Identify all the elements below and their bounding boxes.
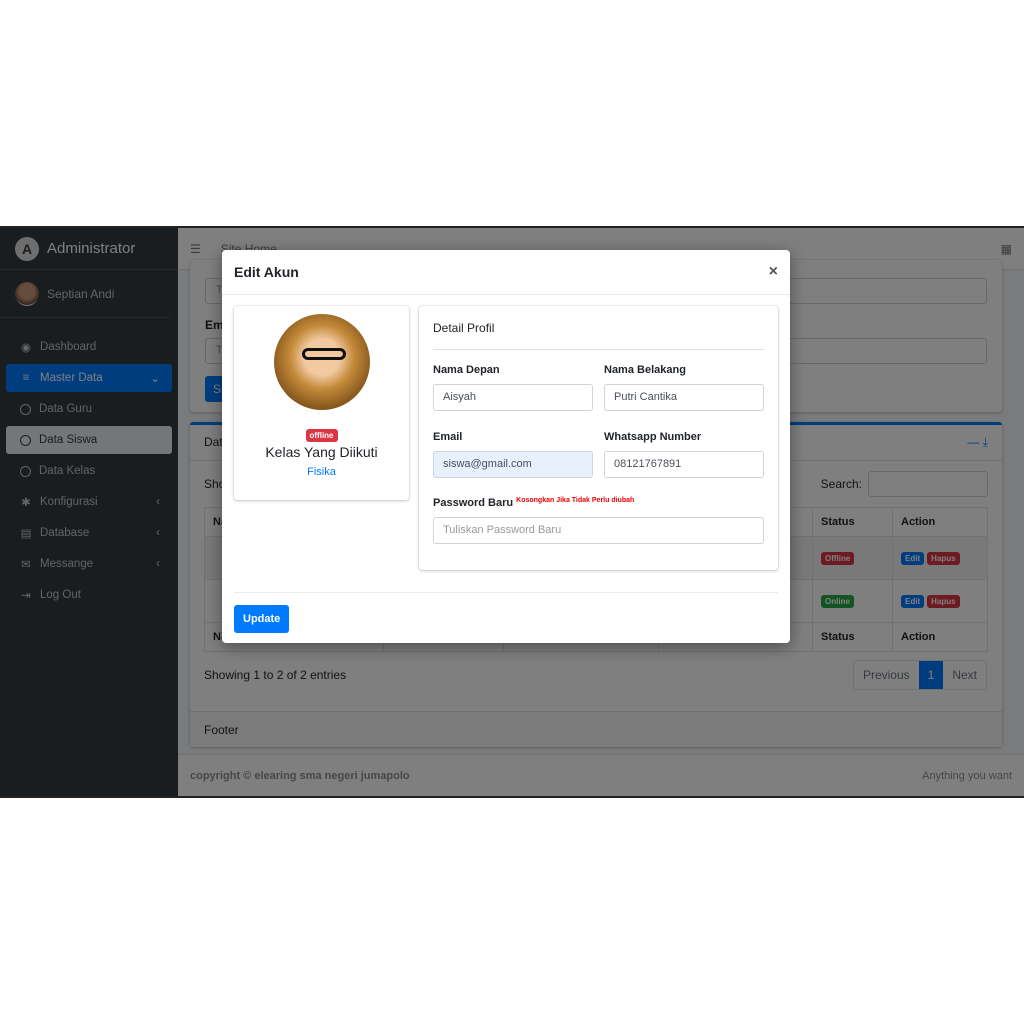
email-label: Email <box>433 431 463 443</box>
profile-photo <box>273 314 370 410</box>
password-label: Password Baru Kosongkan Jika Tidak Perlu… <box>433 497 634 509</box>
modal-title: Edit Akun <box>234 264 299 280</box>
detail-title: Detail Profil <box>433 306 764 350</box>
update-button[interactable]: Update <box>234 605 290 633</box>
close-icon[interactable]: × <box>769 263 778 281</box>
password-input[interactable]: Tuliskan Password Baru <box>433 517 764 544</box>
first-name-label: Nama Depan <box>433 364 500 376</box>
status-badge: offline <box>305 429 338 442</box>
whatsapp-input[interactable]: 08121767891 <box>604 451 764 478</box>
whatsapp-label: Whatsapp Number <box>604 431 702 443</box>
divider <box>234 592 778 593</box>
detail-card: Detail Profil Nama Depan Nama Belakang A… <box>419 306 778 570</box>
app: AAdministrator Septian Andi ◉Dashboard ≡… <box>0 226 1024 798</box>
first-name-input[interactable]: Aisyah <box>433 384 593 411</box>
last-name-input[interactable]: Putri Cantika <box>604 384 764 411</box>
kelas-link[interactable]: Fisika <box>234 466 409 478</box>
email-input[interactable]: siswa@gmail.com <box>433 451 593 478</box>
last-name-label: Nama Belakang <box>604 364 686 376</box>
profile-card: offline Kelas Yang Diikuti Fisika <box>234 306 409 500</box>
password-hint: Kosongkan Jika Tidak Perlu diubah <box>516 497 635 504</box>
password-label-text: Password Baru <box>433 497 514 509</box>
edit-account-modal: Edit Akun × offline Kelas Yang Diikuti Fi… <box>222 250 790 643</box>
kelas-label: Kelas Yang Diikuti <box>265 444 378 460</box>
